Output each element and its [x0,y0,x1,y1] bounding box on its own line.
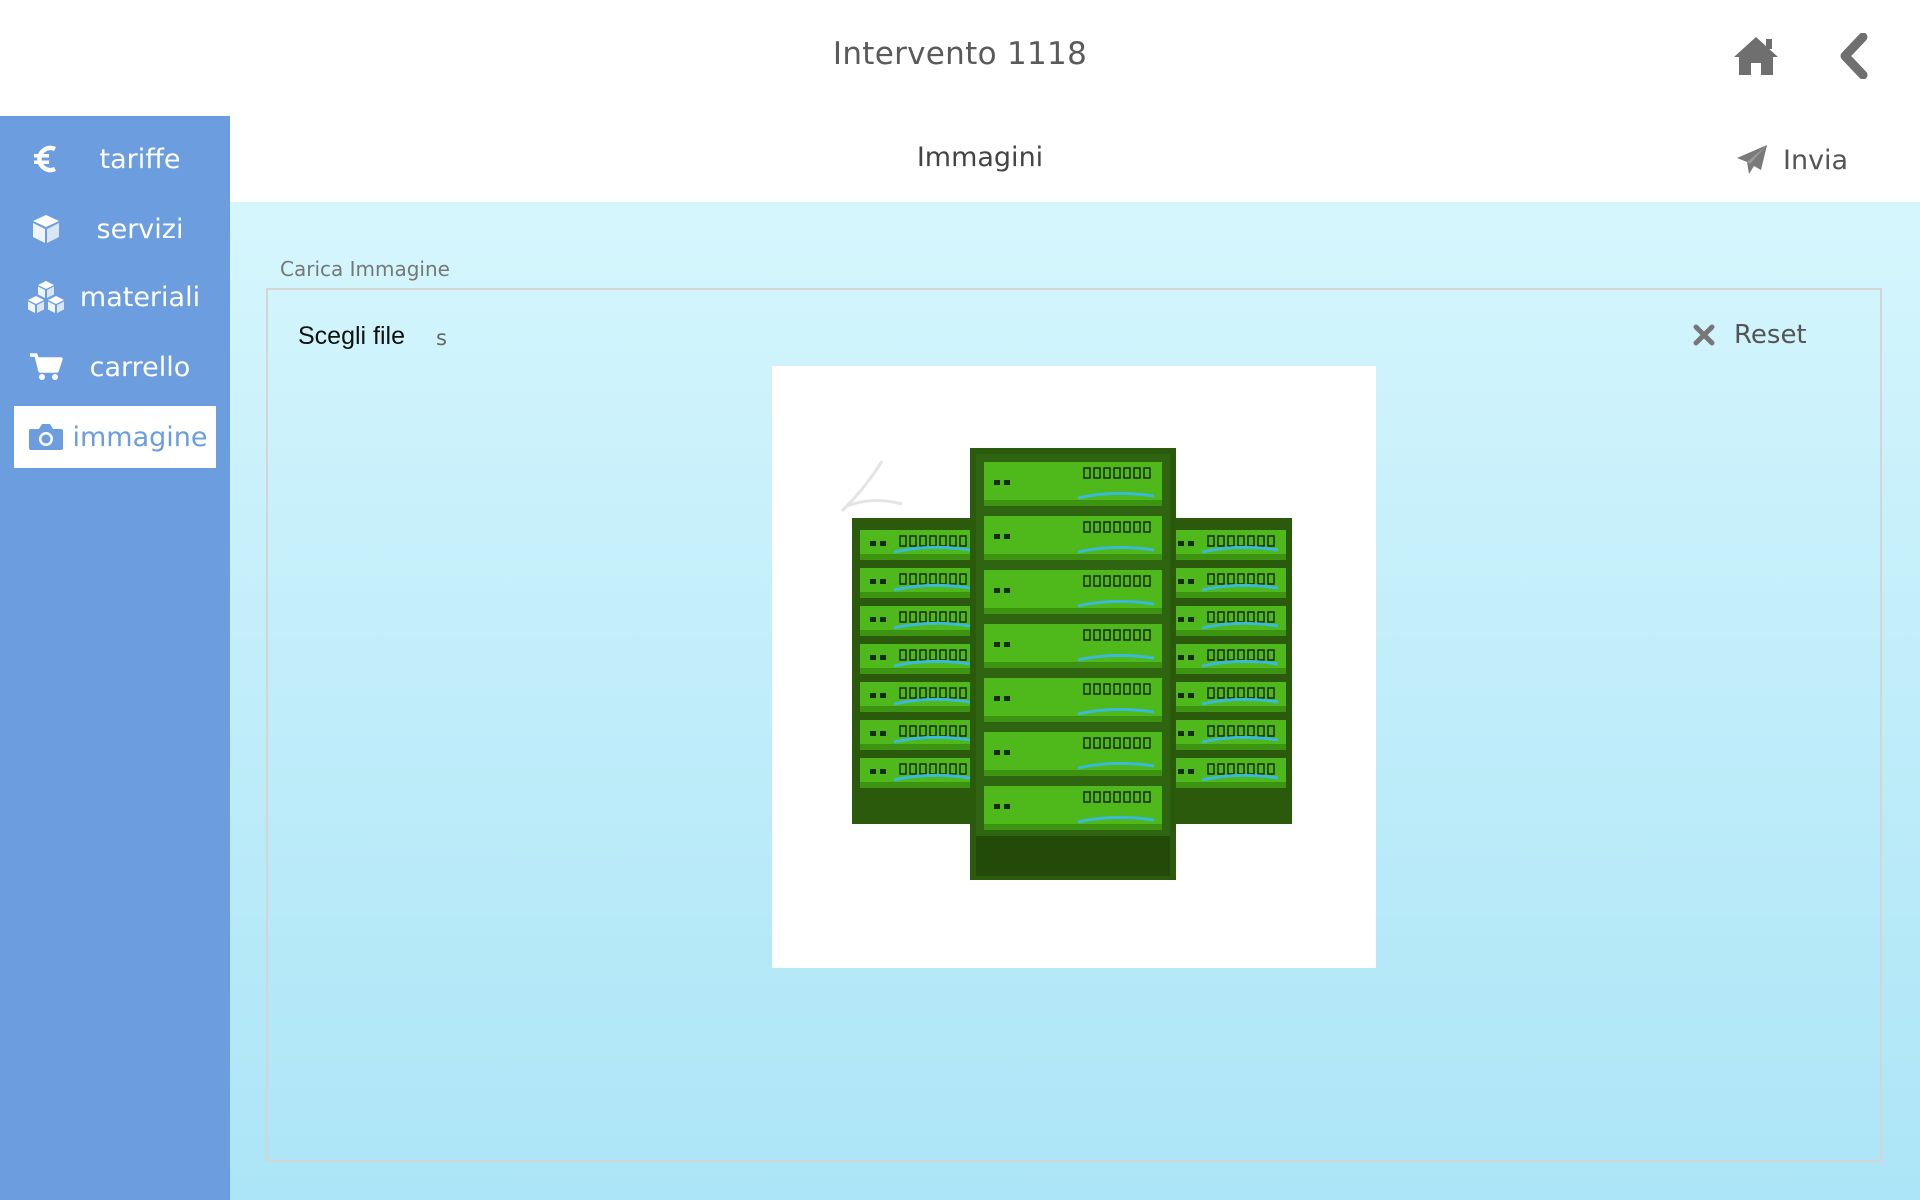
top-bar: Intervento 1118 [0,0,1920,116]
cube-icon [24,213,68,245]
sidebar-item-label: servizi [96,213,184,245]
upload-panel: Scegli file s Reset [266,288,1882,1162]
send-button[interactable]: Invia [1735,140,1848,180]
choose-file-button[interactable]: Scegli file [298,322,405,351]
page-title: Intervento 1118 [832,36,1088,72]
camera-icon [24,422,68,452]
home-icon [1734,37,1778,75]
sidebar-item-materiali[interactable]: materiali [14,266,216,328]
content-area: Carica Immagine Scegli file s Reset [230,202,1920,1200]
close-icon [1692,323,1716,347]
sidebar-item-label: materiali [79,281,201,313]
sidebar-item-immagine[interactable]: immagine [14,406,216,468]
sidebar-item-servizi[interactable]: servizi [14,198,216,260]
sidebar-item-label: carrello [89,351,191,383]
upload-label: Carica Immagine [280,257,450,281]
sidebar: tariffe servizi materiali carrello immag… [0,116,230,1200]
sidebar-item-carrello[interactable]: carrello [14,336,216,398]
send-label: Invia [1783,144,1849,176]
section-title: Immagini [916,142,1044,173]
paper-plane-icon [1735,143,1769,177]
reset-button[interactable]: Reset [1692,320,1807,350]
section-header: Immagini Invia [230,116,1920,202]
euro-icon [24,144,68,174]
server-rack-image [840,448,1292,880]
cubes-icon [24,279,68,315]
home-button[interactable] [1728,30,1784,82]
cart-icon [24,352,68,382]
image-preview [772,366,1376,968]
sidebar-item-label: immagine [72,421,208,453]
sidebar-item-tariffe[interactable]: tariffe [14,128,216,190]
chevron-left-icon [1840,33,1868,79]
selected-file-name: s [436,326,447,350]
sidebar-item-label: tariffe [99,143,181,175]
reset-label: Reset [1734,320,1807,350]
back-button[interactable] [1826,30,1882,82]
